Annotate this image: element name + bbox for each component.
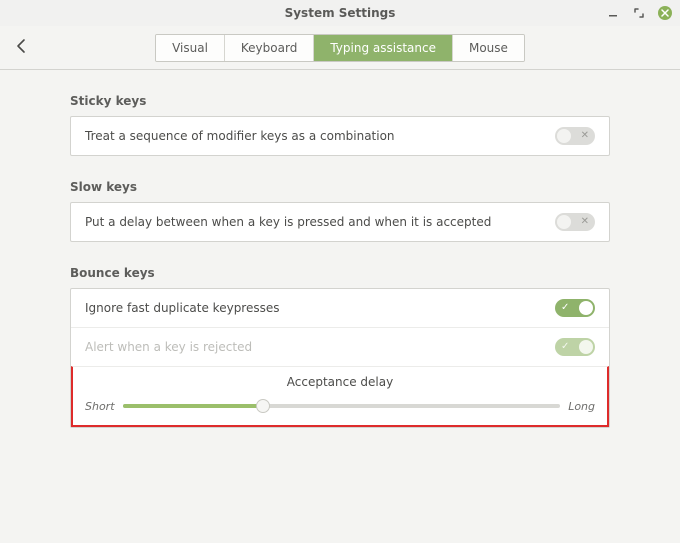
section-sticky-keys: Sticky keys Treat a sequence of modifier… <box>70 94 610 156</box>
row-sticky-combination: Treat a sequence of modifier keys as a c… <box>71 117 609 155</box>
row-label: Alert when a key is rejected <box>85 340 252 354</box>
tab-label: Keyboard <box>241 41 297 55</box>
tab-label: Typing assistance <box>330 41 436 55</box>
panel: Treat a sequence of modifier keys as a c… <box>70 116 610 156</box>
row-label: Put a delay between when a key is presse… <box>85 215 491 229</box>
section-title: Sticky keys <box>70 94 610 108</box>
row-ignore-duplicate: Ignore fast duplicate keypresses ✓ <box>71 289 609 327</box>
row-label: Treat a sequence of modifier keys as a c… <box>85 129 395 143</box>
slider-thumb[interactable] <box>256 399 270 413</box>
toggle-alert-rejected[interactable]: ✓ <box>555 338 595 356</box>
acceptance-delay-highlight: Acceptance delay Short Long <box>71 366 609 427</box>
section-title: Bounce keys <box>70 266 610 280</box>
content-area: Sticky keys Treat a sequence of modifier… <box>0 70 680 543</box>
slider-title: Acceptance delay <box>85 375 595 389</box>
toolbar: Visual Keyboard Typing assistance Mouse <box>0 26 680 70</box>
toggle-sticky-combination[interactable]: ✕ <box>555 127 595 145</box>
back-button[interactable] <box>14 38 30 58</box>
window-title: System Settings <box>285 6 396 20</box>
slider-max-label: Long <box>568 400 595 413</box>
slider-row: Short Long <box>85 399 595 413</box>
section-slow-keys: Slow keys Put a delay between when a key… <box>70 180 610 242</box>
section-bounce-keys: Bounce keys Ignore fast duplicate keypre… <box>70 266 610 428</box>
row-slow-delay: Put a delay between when a key is presse… <box>71 203 609 241</box>
acceptance-delay-slider[interactable] <box>123 399 561 413</box>
maximize-icon[interactable] <box>632 6 646 20</box>
minimize-icon[interactable] <box>606 6 620 20</box>
tab-visual[interactable]: Visual <box>156 35 224 61</box>
panel: Ignore fast duplicate keypresses ✓ Alert… <box>70 288 610 428</box>
tab-mouse[interactable]: Mouse <box>452 35 524 61</box>
panel: Put a delay between when a key is presse… <box>70 202 610 242</box>
section-title: Slow keys <box>70 180 610 194</box>
check-icon: ✓ <box>561 303 569 313</box>
toggle-ignore-duplicate[interactable]: ✓ <box>555 299 595 317</box>
tab-label: Visual <box>172 41 208 55</box>
slider-min-label: Short <box>85 400 115 413</box>
tab-keyboard[interactable]: Keyboard <box>224 35 313 61</box>
check-icon: ✓ <box>561 342 569 352</box>
row-label: Ignore fast duplicate keypresses <box>85 301 280 315</box>
tab-group: Visual Keyboard Typing assistance Mouse <box>155 34 525 62</box>
x-icon: ✕ <box>581 131 589 141</box>
toggle-slow-delay[interactable]: ✕ <box>555 213 595 231</box>
slider-fill <box>123 404 263 408</box>
tab-label: Mouse <box>469 41 508 55</box>
x-icon: ✕ <box>581 217 589 227</box>
tab-typing-assistance[interactable]: Typing assistance <box>313 35 452 61</box>
close-icon[interactable] <box>658 6 672 20</box>
row-alert-rejected: Alert when a key is rejected ✓ <box>71 327 609 366</box>
titlebar: System Settings <box>0 0 680 26</box>
